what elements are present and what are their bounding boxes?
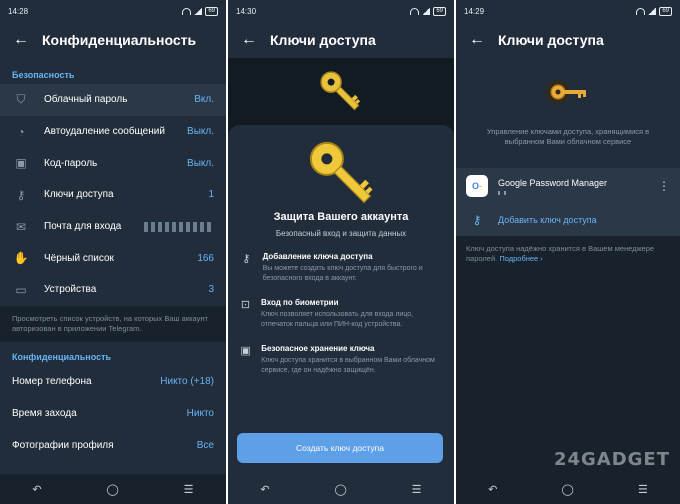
battery-icon: 69: [205, 6, 218, 16]
passkeys-header: [456, 58, 680, 168]
status-bar: 14:28 69: [0, 0, 226, 22]
row-phone-number[interactable]: Номер телефона Никто (+18): [0, 366, 226, 398]
security-section: Безопасность ⛉ Облачный пароль Вкл. ◔ Ав…: [0, 66, 226, 461]
add-key-icon: ⚷: [472, 213, 482, 227]
shield-check-icon: ⛉: [16, 92, 26, 107]
passkeys-description: Управление ключами доступа, хранящимися …: [486, 127, 650, 146]
nav-back-icon[interactable]: ↶: [32, 483, 41, 496]
feature-biometrics: ⊡ Вход по биометрии Ключ позволяет испол…: [240, 298, 414, 328]
more-vert-icon[interactable]: ⋮: [658, 179, 670, 193]
nav-home-icon[interactable]: ◯: [562, 483, 574, 496]
nav-recents-icon[interactable]: ☰: [184, 483, 194, 496]
page-title: Ключи доступа: [498, 32, 604, 48]
row-last-seen[interactable]: Время захода Никто: [0, 398, 226, 430]
nav-home-icon[interactable]: ◯: [335, 483, 347, 496]
row-passcode[interactable]: ▣ Код-пароль Выкл.: [0, 147, 226, 179]
learn-more-link[interactable]: Подробнее ›: [499, 254, 542, 263]
add-passkey-button[interactable]: ⚷ Добавить ключ доступа: [456, 204, 680, 236]
nav-recents-icon[interactable]: ☰: [638, 483, 648, 496]
status-bar: 14:30 69: [228, 0, 454, 22]
nav-back-icon[interactable]: ↶: [260, 483, 269, 496]
battery-icon: 69: [659, 6, 672, 16]
passkey-intro-screen: 14:30 69 ← Ключи доступа Защита Вашего а…: [228, 0, 454, 504]
clock: 14:30: [236, 6, 257, 16]
nav-back-icon[interactable]: ↶: [488, 483, 497, 496]
signal-icon: [422, 7, 431, 15]
sheet-title: Защита Вашего аккаунта: [273, 211, 409, 223]
watermark: 24GADGET: [553, 449, 670, 470]
devices-note: Просмотреть список устройств, на которых…: [0, 305, 226, 342]
key-illustration-small: [320, 71, 361, 111]
nav-recents-icon[interactable]: ☰: [412, 483, 422, 496]
back-arrow-icon[interactable]: ←: [0, 31, 42, 49]
feature-secure-storage: ▣ Безопасное хранение ключа Ключ доступа…: [240, 344, 435, 374]
passkeys-list-screen: 14:29 69 ← Ключи доступа Управление ключ…: [456, 0, 680, 504]
timer-icon: ◔: [17, 124, 25, 139]
key-icon: ⚷: [16, 187, 26, 202]
row-blocked-users[interactable]: ✋ Чёрный список 166: [0, 242, 226, 274]
section-header-privacy: Конфиденциальность: [12, 351, 112, 362]
bottom-sheet: Защита Вашего аккаунта Безопасный вход и…: [228, 125, 454, 485]
row-profile-photos[interactable]: Фотографии профиля Все: [0, 429, 226, 461]
clock: 14:29: [464, 6, 485, 16]
feature-add-passkey: ⚷ Добавление ключа доступа Вы можете соз…: [228, 252, 454, 284]
privacy-screen: 14:28 69 ← Конфиденциальность Безопаснос…: [0, 0, 226, 504]
key-icon: ⚷: [242, 253, 251, 265]
key-illustration: [546, 80, 586, 104]
nav-home-icon[interactable]: ◯: [107, 483, 119, 496]
row-login-email[interactable]: ✉ Почта для входа: [0, 211, 226, 243]
system-nav-bar: ↶ ◯ ☰: [456, 474, 680, 504]
face-scan-icon: ⊡: [240, 299, 251, 311]
app-bar: ← Ключи доступа: [228, 22, 454, 58]
provider-name: Google Password Manager: [498, 177, 608, 188]
page-title: Ключи доступа: [270, 32, 376, 48]
devices-icon: ▭: [15, 282, 27, 297]
pixelated-email: [144, 221, 214, 232]
lock-icon: ▣: [15, 156, 27, 171]
passkey-info: Ключ доступа надёжно хранится в Вашем ме…: [466, 244, 655, 263]
back-arrow-icon[interactable]: ←: [228, 31, 270, 49]
screenshot-collage: 14:28 69 ← Конфиденциальность Безопаснос…: [0, 0, 680, 504]
system-nav-bar: ↶ ◯ ☰: [228, 474, 454, 504]
google-password-manager-icon: O-: [466, 175, 488, 197]
passkeys-card: O- Google Password Manager ⋮ ⚷ Добавить …: [456, 168, 680, 236]
section-header-security: Безопасность: [12, 70, 75, 80]
masked-detail: [498, 190, 510, 195]
key-illustration: [309, 141, 373, 204]
status-bar: 14:29 69: [456, 0, 680, 22]
page-title: Конфиденциальность: [42, 32, 197, 48]
row-auto-delete[interactable]: ◔ Автоудаление сообщений Выкл.: [0, 116, 226, 148]
system-nav-bar: ↶ ◯ ☰: [0, 474, 226, 504]
battery-icon: 69: [433, 6, 446, 16]
mail-icon: ✉: [15, 219, 27, 234]
app-bar: ← Ключи доступа: [456, 22, 680, 58]
signal-icon: [194, 7, 203, 15]
info-area: Ключ доступа надёжно хранится в Вашем ме…: [456, 236, 680, 474]
hand-icon: ✋: [13, 251, 29, 266]
app-bar: ← Конфиденциальность: [0, 22, 226, 58]
wifi-icon: [410, 7, 420, 15]
clock: 14:28: [8, 6, 29, 16]
create-passkey-button[interactable]: Создать ключ доступа: [237, 433, 443, 463]
lock-icon: ▣: [240, 345, 251, 357]
signal-icon: [648, 7, 657, 15]
wifi-icon: [182, 7, 192, 15]
passkey-provider-row[interactable]: O- Google Password Manager ⋮: [456, 168, 680, 204]
row-cloud-password[interactable]: ⛉ Облачный пароль Вкл.: [0, 84, 226, 116]
row-passkeys[interactable]: ⚷ Ключи доступа 1: [0, 179, 226, 211]
sheet-subtitle: Безопасный вход и защита данных: [275, 229, 407, 238]
back-arrow-icon[interactable]: ←: [456, 31, 498, 49]
wifi-icon: [636, 7, 646, 15]
row-devices[interactable]: ▭ Устройства 3: [0, 274, 226, 306]
